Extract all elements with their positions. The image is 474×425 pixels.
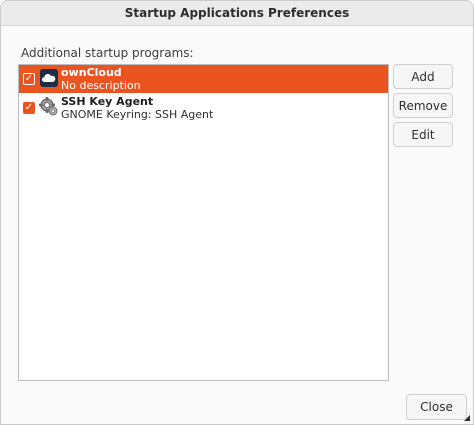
ssh-agent-enabled-checkbox[interactable]: ✓ (23, 102, 35, 114)
program-name: SSH Key Agent (61, 95, 154, 108)
list-item-ssh-key-agent[interactable]: ✓ SSH Key Agent GNOME Keyring: SSH Agent (19, 94, 388, 122)
program-description: No description (61, 79, 141, 92)
owncloud-enabled-checkbox[interactable]: ✓ (23, 73, 35, 85)
startup-programs-list[interactable]: ✓ ownCloud No description ✓ SSH Key Agen… (18, 64, 389, 381)
resize-grip-icon[interactable] (463, 414, 471, 422)
title-bar[interactable]: Startup Applications Preferences (1, 1, 473, 26)
window-title: Startup Applications Preferences (124, 6, 350, 20)
owncloud-icon (39, 68, 59, 88)
close-button[interactable]: Close (406, 394, 467, 420)
list-item-owncloud[interactable]: ✓ ownCloud No description (19, 65, 388, 93)
program-description: GNOME Keyring: SSH Agent (61, 108, 214, 121)
keys-gear-icon (39, 97, 59, 117)
additional-programs-label: Additional startup programs: (21, 46, 194, 60)
startup-preferences-window: Startup Applications Preferences Additio… (0, 0, 474, 425)
program-name: ownCloud (61, 66, 122, 79)
remove-button[interactable]: Remove (393, 93, 453, 118)
edit-button[interactable]: Edit (393, 122, 453, 147)
add-button[interactable]: Add (393, 64, 453, 89)
